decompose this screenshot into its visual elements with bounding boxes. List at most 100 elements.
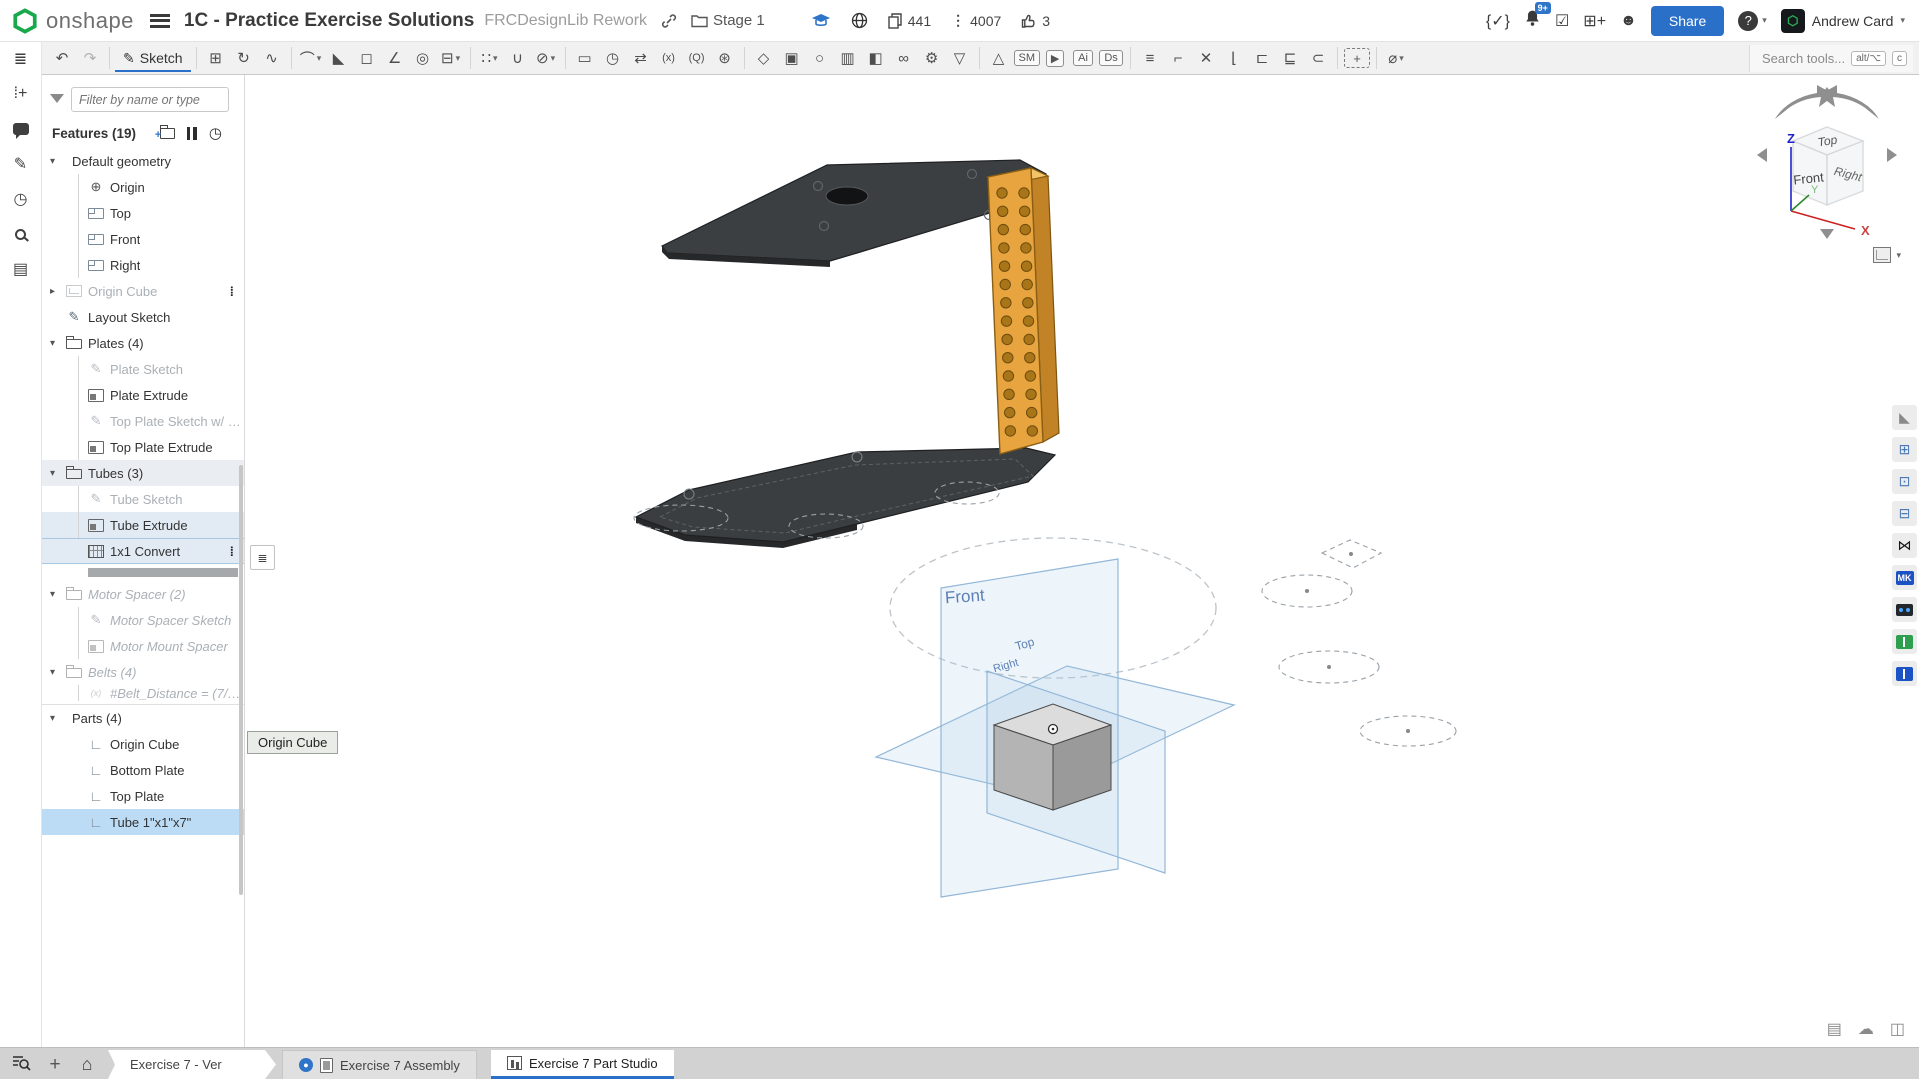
butterfly-app-icon[interactable]: ⋈	[1892, 533, 1917, 558]
drag-handle-icon[interactable]: ⁞	[230, 284, 234, 299]
sketch-button[interactable]: ✎ Sketch	[115, 44, 191, 72]
flatten-button[interactable]: ≡	[1137, 45, 1163, 71]
chevron-down-icon[interactable]: ▾	[50, 667, 66, 678]
new-folder-icon[interactable]	[155, 124, 175, 141]
feature-plate-extrude[interactable]: Plate Extrude	[42, 382, 244, 408]
chamfer-button[interactable]: ◣	[326, 45, 352, 71]
gear-settings-button[interactable]: ⚙	[919, 45, 945, 71]
feature-list-icon[interactable]: ≣	[10, 48, 32, 70]
custom-feature-b-button[interactable]: ▥	[835, 45, 861, 71]
main-menu-icon[interactable]	[149, 13, 170, 28]
search-parts-icon[interactable]	[10, 223, 32, 245]
share-button[interactable]: Share	[1650, 5, 1725, 36]
part-tube-1-x1-x7[interactable]: Tube 1"x1"x7"	[42, 809, 244, 835]
sheet-metal-button[interactable]: △	[986, 45, 1012, 71]
belt-button[interactable]: ∞	[891, 45, 917, 71]
linear-pattern-button[interactable]: ∷ ▾	[477, 45, 503, 71]
reference-manager-icon[interactable]: ▤	[10, 258, 32, 280]
boolean-button[interactable]: ∪	[505, 45, 531, 71]
hole-button[interactable]: ◎	[410, 45, 436, 71]
appearance-button[interactable]: ◧	[863, 45, 889, 71]
fillet-button[interactable]: ⌒ ▾	[298, 45, 324, 71]
panels-icon[interactable]: ◫	[1890, 1019, 1905, 1039]
locate-pin-button[interactable]: ○	[807, 45, 833, 71]
chevron-right-icon[interactable]: ▸	[50, 286, 66, 297]
feature-layout-sketch[interactable]: Layout Sketch	[42, 304, 244, 330]
chevron-down-icon[interactable]: ▾	[50, 589, 66, 600]
view-cube-front-face[interactable]: Front	[1793, 169, 1825, 187]
derived-table-icon[interactable]: ⊡	[1892, 469, 1917, 494]
feature-plate-sketch[interactable]: Plate Sketch	[42, 356, 244, 382]
tree-scrollbar[interactable]	[239, 465, 243, 895]
featurescript-icon[interactable]: {✓}	[1486, 11, 1510, 31]
feature-motor-spacer-sketch[interactable]: Motor Spacer Sketch	[42, 607, 244, 633]
help-menu[interactable]: ? ▾	[1738, 10, 1767, 31]
plane-button[interactable]: ▭	[572, 45, 598, 71]
video-help-button[interactable]: ▶	[1042, 45, 1068, 71]
document-title[interactable]: 1C - Practice Exercise Solutions	[184, 10, 474, 32]
feature-belts-4[interactable]: ▾ Belts (4)	[42, 659, 244, 685]
variable-studio-button[interactable]: (Q)	[684, 45, 710, 71]
part-top-plate[interactable]: Top Plate	[42, 783, 244, 809]
remove-bend-button[interactable]: ✕	[1193, 45, 1219, 71]
rebuild-time-icon[interactable]: ◷	[209, 124, 222, 142]
convert-sm-button[interactable]: ⊑	[1277, 45, 1303, 71]
feature-top-plate-extrude[interactable]: Top Plate Extrude	[42, 434, 244, 460]
variable-table-icon[interactable]: ⊟	[1892, 501, 1917, 526]
feature-plates-4[interactable]: ▾ Plates (4)	[42, 330, 244, 356]
feature-top[interactable]: Top	[42, 200, 244, 226]
part-bottom-plate[interactable]: Bottom Plate	[42, 757, 244, 783]
custom-feature-a-button[interactable]: ▣	[779, 45, 805, 71]
front-plane-label[interactable]: Front	[944, 586, 985, 609]
feature-origin-cube[interactable]: ▸ Origin Cube ⁞	[42, 278, 244, 304]
blue-book-app-icon[interactable]	[1892, 661, 1917, 686]
rollback-bar[interactable]	[88, 568, 238, 577]
filter-input[interactable]	[71, 87, 229, 112]
bend-calculator-icon[interactable]: ◣	[1892, 405, 1917, 430]
split-button[interactable]: ⊘ ▾	[533, 45, 559, 71]
helix-button[interactable]: ◷	[600, 45, 626, 71]
drag-handle-icon[interactable]: ⁞	[230, 544, 234, 559]
rollback-bar-handle[interactable]: ≣	[250, 545, 275, 570]
sheet-metal-model-button[interactable]: SM	[1013, 45, 1041, 71]
notifications-bell-icon[interactable]: 9+	[1524, 2, 1551, 32]
feature-1x1-convert[interactable]: 1x1 Convert ⁞	[42, 538, 244, 564]
bend-line-button[interactable]: ⊂	[1305, 45, 1331, 71]
3d-viewport[interactable]: Front Top Right Top Front Right Z X Y ▾ …	[245, 75, 1919, 1047]
measure-button[interactable]: ⌀ ▾	[1383, 45, 1409, 71]
config-table-icon[interactable]: ⊞	[1892, 437, 1917, 462]
feature-front[interactable]: Front	[42, 226, 244, 252]
part-origin-cube[interactable]: Origin Cube	[42, 731, 244, 757]
corner-button[interactable]: ⌊	[1221, 45, 1247, 71]
bend-button[interactable]: ⌐	[1165, 45, 1191, 71]
thicken-button[interactable]: ⊟ ▾	[438, 45, 464, 71]
history-icon[interactable]: ◷	[10, 188, 32, 210]
feature-tubes-3[interactable]: ▾ Tubes (3)	[42, 460, 244, 486]
extrude-button[interactable]: ⊞	[203, 45, 229, 71]
notes-icon[interactable]: ✎	[10, 153, 32, 175]
green-book-app-icon[interactable]	[1892, 629, 1917, 654]
ds-app-button[interactable]: Ds	[1098, 45, 1124, 71]
tab-exercise-7-ver[interactable]: Exercise 7 - Ver	[108, 1050, 276, 1079]
chevron-down-icon[interactable]: ▾	[50, 468, 66, 479]
feature-default-geometry[interactable]: ▾ Default geometry	[42, 148, 244, 174]
home-tab-button[interactable]: ⌂	[70, 1050, 104, 1079]
enclose-button[interactable]: ◇	[751, 45, 777, 71]
mate-connector-button[interactable]: ⊛	[712, 45, 738, 71]
comments-icon[interactable]	[10, 118, 32, 140]
onshape-logo[interactable]: onshape	[0, 8, 134, 34]
feature-origin[interactable]: Origin	[42, 174, 244, 200]
named-views-button[interactable]: +	[1344, 45, 1371, 71]
undo-button[interactable]: ↶	[49, 45, 75, 71]
filter-button[interactable]: ▽	[947, 45, 973, 71]
search-tools[interactable]: Search tools... alt/⌥ c	[1749, 44, 1913, 72]
chevron-down-icon[interactable]: ▾	[50, 156, 66, 167]
workspace-breadcrumb[interactable]: Stage 1	[691, 12, 765, 29]
link-icon[interactable]	[661, 13, 677, 29]
uses-stat[interactable]: ⋮ 4007	[951, 12, 1001, 29]
app-store-icon[interactable]: ⊞+	[1583, 11, 1606, 31]
transform-button[interactable]: ⇄	[628, 45, 654, 71]
revolve-button[interactable]: ↻	[231, 45, 257, 71]
feature-motor-spacer-2[interactable]: ▾ Motor Spacer (2)	[42, 581, 244, 607]
chevron-down-icon[interactable]: ▾	[50, 338, 66, 349]
